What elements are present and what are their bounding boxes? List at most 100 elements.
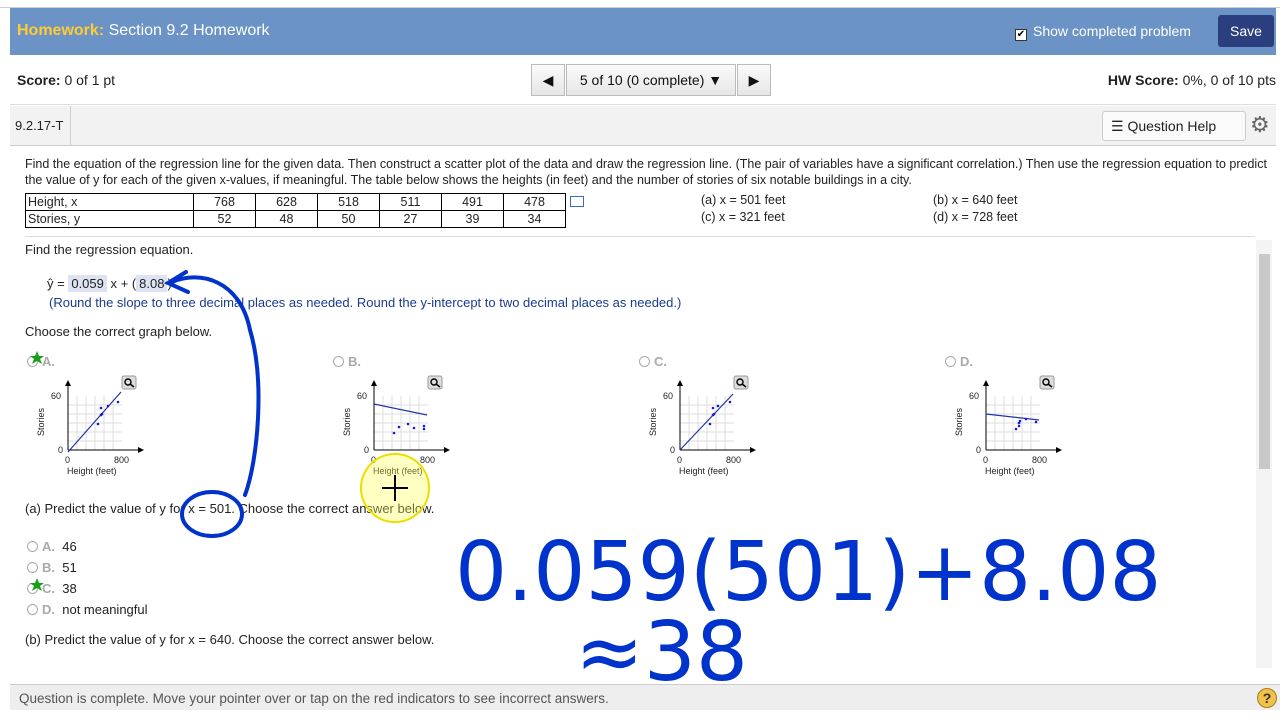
radio-button[interactable] (945, 356, 956, 367)
scrollbar-thumb[interactable] (1259, 254, 1270, 469)
data-point (1018, 419, 1022, 423)
y-axis-label: Stories (954, 407, 964, 436)
radio-button[interactable] (27, 562, 38, 573)
intercept-input[interactable]: 8.08 (136, 275, 168, 292)
y-tick-label: 60 (51, 391, 61, 401)
data-point (397, 425, 401, 429)
slope-input[interactable]: 0.059 (68, 275, 107, 292)
data-point (100, 412, 104, 416)
browser-strip (0, 0, 1280, 8)
data-point (728, 400, 732, 404)
data-point (1017, 421, 1021, 425)
answer-option-d[interactable]: D. not meaningful (27, 602, 148, 617)
table-row: Stories, y 52 48 50 27 39 34 (25, 210, 566, 228)
radio-button[interactable] (27, 356, 38, 367)
data-point (392, 431, 396, 435)
scrollbar[interactable] (1256, 240, 1272, 668)
radio-button[interactable] (27, 583, 38, 594)
question-id: 9.2.17-T (10, 106, 71, 146)
prev-question-button[interactable]: ◀ (531, 64, 565, 96)
scatter-graph-thumbnail[interactable]: 60 00 800Height (feet) Stories (36, 375, 144, 476)
data-point (106, 404, 110, 408)
part-a-question: (a) Predict the value of y for x = 501. … (25, 501, 435, 516)
axis-arrow-icon (444, 447, 450, 453)
x-axis-label: Height (feet) (679, 466, 729, 476)
y-axis-label: Stories (342, 407, 352, 436)
graph-option-d[interactable]: D. (945, 354, 973, 369)
gear-icon[interactable]: ⚙ (1250, 114, 1270, 136)
rounding-note: (Round the slope to three decimal places… (49, 295, 682, 310)
prev-arrow-icon: ◀ (542, 72, 554, 88)
axis-arrow-icon (983, 380, 989, 386)
axis-arrow-icon (65, 380, 71, 386)
data-point (708, 422, 712, 426)
show-completed-toggle[interactable]: ✔ Show completed problem (1015, 23, 1191, 41)
next-question-button[interactable]: ▶ (737, 64, 771, 96)
status-footer: Question is complete. Move your pointer … (10, 684, 1280, 710)
answer-option-c[interactable]: C. 38 (27, 581, 77, 596)
status-message: Question is complete. Move your pointer … (19, 691, 609, 706)
help-icon[interactable]: ? (1257, 688, 1277, 708)
question-toolbar: 9.2.17-T ☰ Question Help ⚙ (10, 106, 1276, 146)
axis-arrow-icon (371, 380, 377, 386)
x-axis-label: Height (feet) (985, 466, 1035, 476)
homework-header: Homework: Section 9.2 Homework ✔ Show com… (10, 8, 1276, 55)
x-tick-label: 0 (371, 455, 376, 465)
data-point (711, 406, 715, 410)
radio-button[interactable] (639, 356, 650, 367)
x-tick-label: 800 (114, 455, 129, 465)
dropdown-arrow-icon: ▼ (708, 72, 723, 88)
radio-button[interactable] (27, 541, 38, 552)
radio-button[interactable] (27, 604, 38, 615)
data-point (99, 406, 103, 410)
save-button[interactable]: Save (1218, 15, 1274, 47)
regression-line (373, 403, 428, 416)
graph-option-c[interactable]: C. (639, 354, 667, 369)
question-nav-dropdown[interactable]: 5 of 10 (0 complete) ▼ (566, 64, 736, 96)
y-axis-label: Stories (648, 407, 658, 436)
axis-arrow-icon (1056, 447, 1062, 453)
graph-option-a[interactable]: A. (27, 354, 55, 369)
axis-arrow-icon (138, 447, 144, 453)
magnify-icon[interactable] (427, 375, 443, 390)
copy-table-icon[interactable] (570, 196, 584, 207)
problem-text: Find the equation of the regression line… (25, 157, 1267, 187)
divider (25, 236, 1255, 237)
magnify-icon[interactable] (121, 375, 137, 390)
magnify-icon[interactable] (733, 375, 749, 390)
radio-button[interactable] (333, 356, 344, 367)
question-help-button[interactable]: ☰ Question Help (1102, 111, 1246, 141)
data-point (96, 422, 100, 426)
graph-prompt: Choose the correct graph below. (25, 324, 213, 339)
data-point (712, 412, 716, 416)
data-point (99, 413, 103, 417)
part-b-question: (b) Predict the value of y for x = 640. … (25, 632, 435, 647)
regression-line (985, 413, 1040, 421)
data-point (406, 422, 410, 426)
y-tick-label: 0 (58, 445, 63, 455)
list-icon: ☰ (1111, 118, 1124, 134)
answer-option-b[interactable]: B. 51 (27, 560, 77, 575)
data-point (116, 400, 120, 404)
magnify-icon[interactable] (1039, 375, 1055, 390)
x-tick-label: 0 (65, 455, 70, 465)
checkbox-icon[interactable]: ✔ (1015, 29, 1027, 41)
table-row: Height, x 768 628 518 511 491 478 (25, 193, 566, 211)
part-c-value: (c) x = 321 feet (701, 210, 785, 224)
answer-option-a[interactable]: A. 46 (27, 539, 77, 554)
score-bar: Score: 0 of 1 pt ◀ 5 of 10 (0 complete) … (10, 55, 1276, 105)
hw-score-display: HW Score: 0%, 0 of 10 pts (1107, 72, 1276, 88)
regression-prompt: Find the regression equation. (25, 242, 194, 257)
data-point (1034, 420, 1038, 424)
scatter-graph-thumbnail[interactable]: 60 00 800Height (feet) Stories (954, 375, 1062, 476)
scatter-graph-thumbnail[interactable]: 60 00 800Height (feet) Stories (342, 375, 450, 476)
y-tick-label: 60 (663, 391, 673, 401)
y-axis-label: Stories (36, 407, 46, 436)
x-tick-label: 800 (420, 455, 435, 465)
x-tick-label: 0 (983, 455, 988, 465)
scatter-graph-thumbnail[interactable]: 60 00 800Height (feet) Stories (648, 375, 756, 476)
data-point (711, 413, 715, 417)
axis-arrow-icon (750, 447, 756, 453)
graph-option-b[interactable]: B. (333, 354, 361, 369)
x-tick-label: 800 (1032, 455, 1047, 465)
